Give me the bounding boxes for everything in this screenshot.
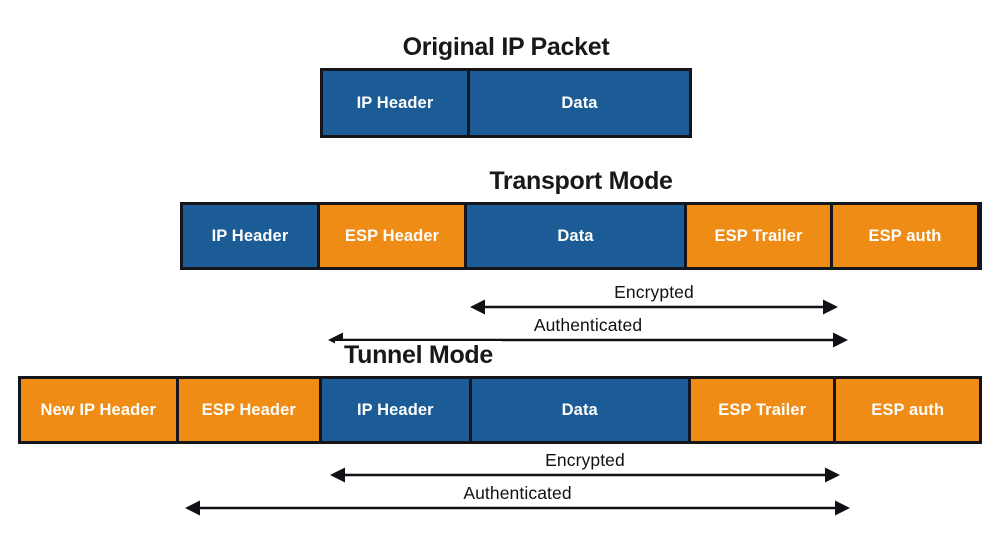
field-data: Data [467,205,684,267]
field-esp-header: ESP Header [320,205,464,267]
field-esp-trailer: ESP Trailer [687,205,830,267]
tunnel-encrypted-label: Encrypted [545,450,625,470]
transport-encrypted-label: Encrypted [614,282,694,302]
field-ip-header: IP Header [322,379,469,441]
field-ip-header: IP Header [183,205,317,267]
field-esp-auth: ESP auth [836,379,979,441]
field-new-ip-header: New IP Header [21,379,176,441]
field-ip-header: IP Header [323,71,467,135]
transport-packet-row: IP Header ESP Header Data ESP Trailer ES… [180,202,982,270]
field-esp-header: ESP Header [178,379,320,441]
transport-mode-title: Transport Mode [489,167,673,195]
field-esp-auth: ESP auth [833,205,977,267]
field-data: Data [471,379,688,441]
double-arrow-icon [185,500,850,516]
diagram-canvas: Original IP Packet IP Header Data Transp… [0,0,1000,542]
transport-authenticated-label: Authenticated [533,315,643,335]
tunnel-packet-row: New IP Header ESP Header IP Header Data … [18,376,982,444]
tunnel-mode-title: Tunnel Mode [335,341,502,370]
field-esp-trailer: ESP Trailer [690,379,834,441]
original-packet-title: Original IP Packet [402,33,610,61]
original-packet-row: IP Header Data [320,68,692,138]
field-data: Data [470,71,689,135]
tunnel-authenticated-label: Authenticated [463,483,572,503]
